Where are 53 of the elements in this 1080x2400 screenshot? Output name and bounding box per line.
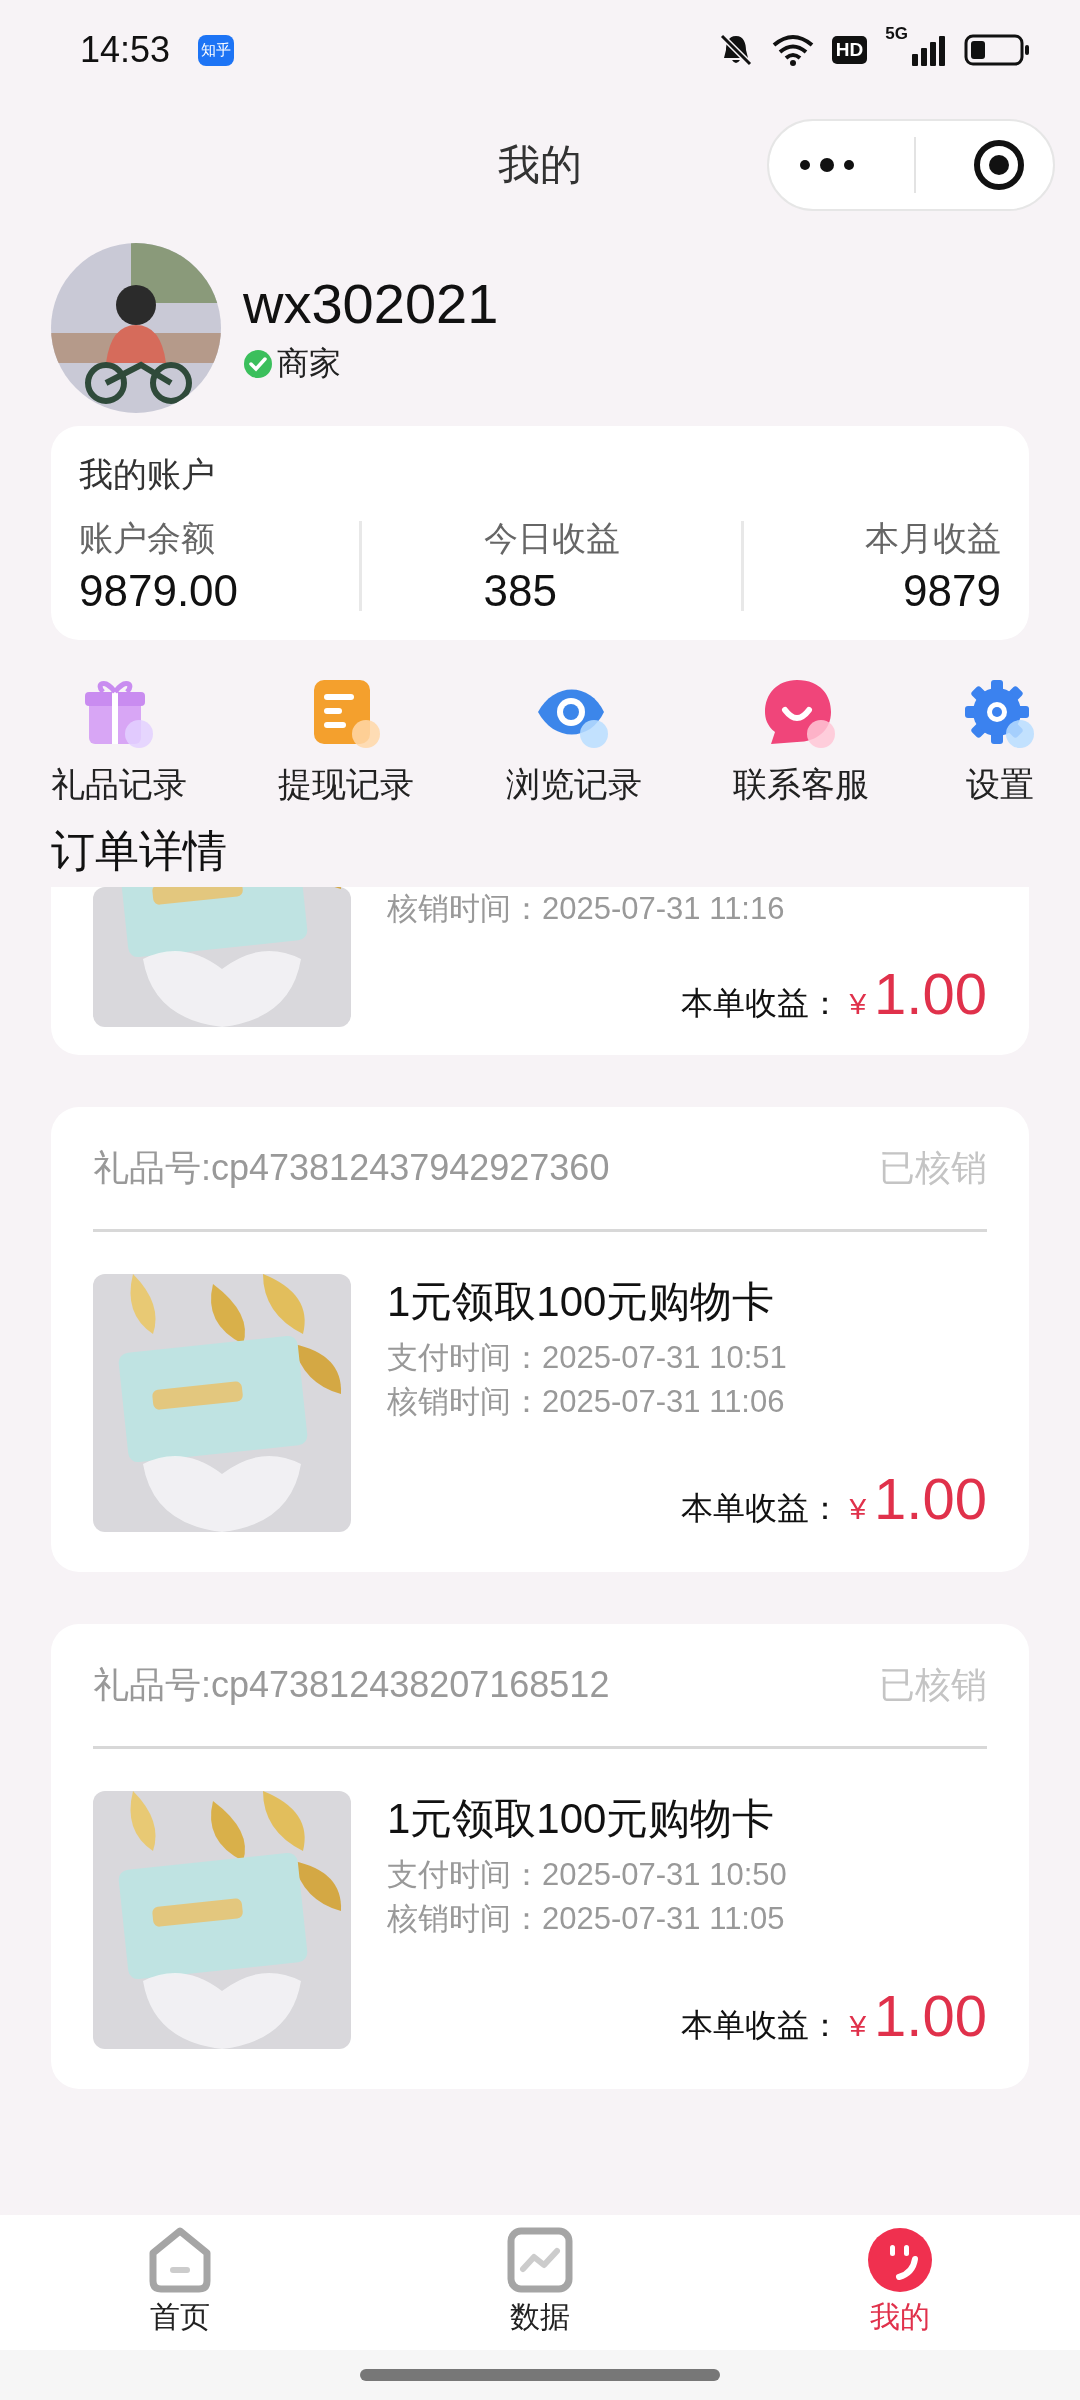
wifi-icon <box>771 33 814 67</box>
verify-time: 核销时间：2025-07-31 11:16 <box>387 890 786 928</box>
order-card[interactable]: 核销时间：2025-07-31 11:16 本单收益： ¥1.00 <box>51 887 1029 1055</box>
currency-sign: ¥ <box>849 987 867 1021</box>
shortcut-button[interactable]: 设置 <box>960 676 1040 808</box>
currency-sign: ¥ <box>849 2009 867 2043</box>
earnings-amount: 1.00 <box>874 960 987 1027</box>
chart-icon <box>507 2227 573 2293</box>
verify-time: 核销时间：2025-07-31 11:05 <box>387 1900 786 1938</box>
order-card[interactable]: 礼品号:cp473812438207168512 已核销 1元领取100元购物卡 支付时间：2025-07-31 10:50 核销时间：2025-07-31 11:05 本单收益： ¥1.00 <box>51 1624 1029 2089</box>
page-title: 我的 <box>498 140 582 190</box>
tab-bar-item[interactable]: 数据 <box>360 2215 720 2350</box>
section-title: 订单详情 <box>50 825 228 877</box>
network-type: 5G <box>885 24 908 44</box>
hd-badge: HD <box>831 36 868 64</box>
earnings-amount: 1.00 <box>874 1982 987 2049</box>
close-target-icon[interactable] <box>972 139 1025 191</box>
pay-time: 支付时间：2025-07-31 10:51 <box>387 1339 788 1377</box>
status-time: 14:53 <box>80 29 171 71</box>
stat-value: 9879.00 <box>79 566 239 616</box>
earnings-label: 本单收益： <box>681 2006 842 2045</box>
pay-time: 支付时间：2025-07-31 10:50 <box>387 1856 788 1894</box>
tab-bar-item[interactable]: 首页 <box>0 2215 360 2350</box>
product-title: 1元领取100元购物卡 <box>387 1794 776 1844</box>
app-badge: 知乎 <box>198 34 235 66</box>
product-title: 1元领取100元购物卡 <box>387 1277 776 1327</box>
currency-sign: ¥ <box>849 1492 867 1526</box>
earnings-amount: 1.00 <box>874 1465 987 1532</box>
role-label: 商家 <box>277 343 341 383</box>
stat-label: 今日收益 <box>483 518 620 559</box>
shortcut-button[interactable]: 联系客服 <box>732 676 869 808</box>
stat-label: 本月收益 <box>865 518 1001 559</box>
order-status: 已核销 <box>879 1662 987 1707</box>
tab-bar-item[interactable]: 我的 <box>720 2215 1080 2350</box>
gift-number: 礼品号:cp473812437942927360 <box>93 1145 610 1190</box>
home-icon <box>147 2227 213 2293</box>
battery-icon <box>964 34 1030 66</box>
stat-label: 账户余额 <box>79 518 215 559</box>
shortcut-button[interactable]: 提现记录 <box>278 676 415 808</box>
earnings-label: 本单收益： <box>681 984 842 1023</box>
verify-time: 核销时间：2025-07-31 11:06 <box>387 1383 786 1421</box>
card-title: 我的账户 <box>79 454 216 495</box>
shortcut-button[interactable]: 浏览记录 <box>505 676 642 808</box>
smile-icon <box>867 2227 933 2293</box>
stat-value: 9879 <box>903 566 1001 616</box>
order-status: 已核销 <box>879 1145 987 1190</box>
user-name: wx302021 <box>243 270 499 336</box>
shortcut-button[interactable]: 礼品记录 <box>51 676 187 808</box>
order-card[interactable]: 礼品号:cp473812437942927360 已核销 1元领取100元购物卡 支付时间：2025-07-31 10:51 核销时间：2025-07-31 11:06 本单收益： ¥1.00 <box>51 1107 1029 1572</box>
earnings-label: 本单收益： <box>681 1489 842 1528</box>
stat-value: 385 <box>483 566 557 616</box>
gift-number: 礼品号:cp473812438207168512 <box>93 1662 610 1707</box>
signal-icon <box>912 34 946 66</box>
